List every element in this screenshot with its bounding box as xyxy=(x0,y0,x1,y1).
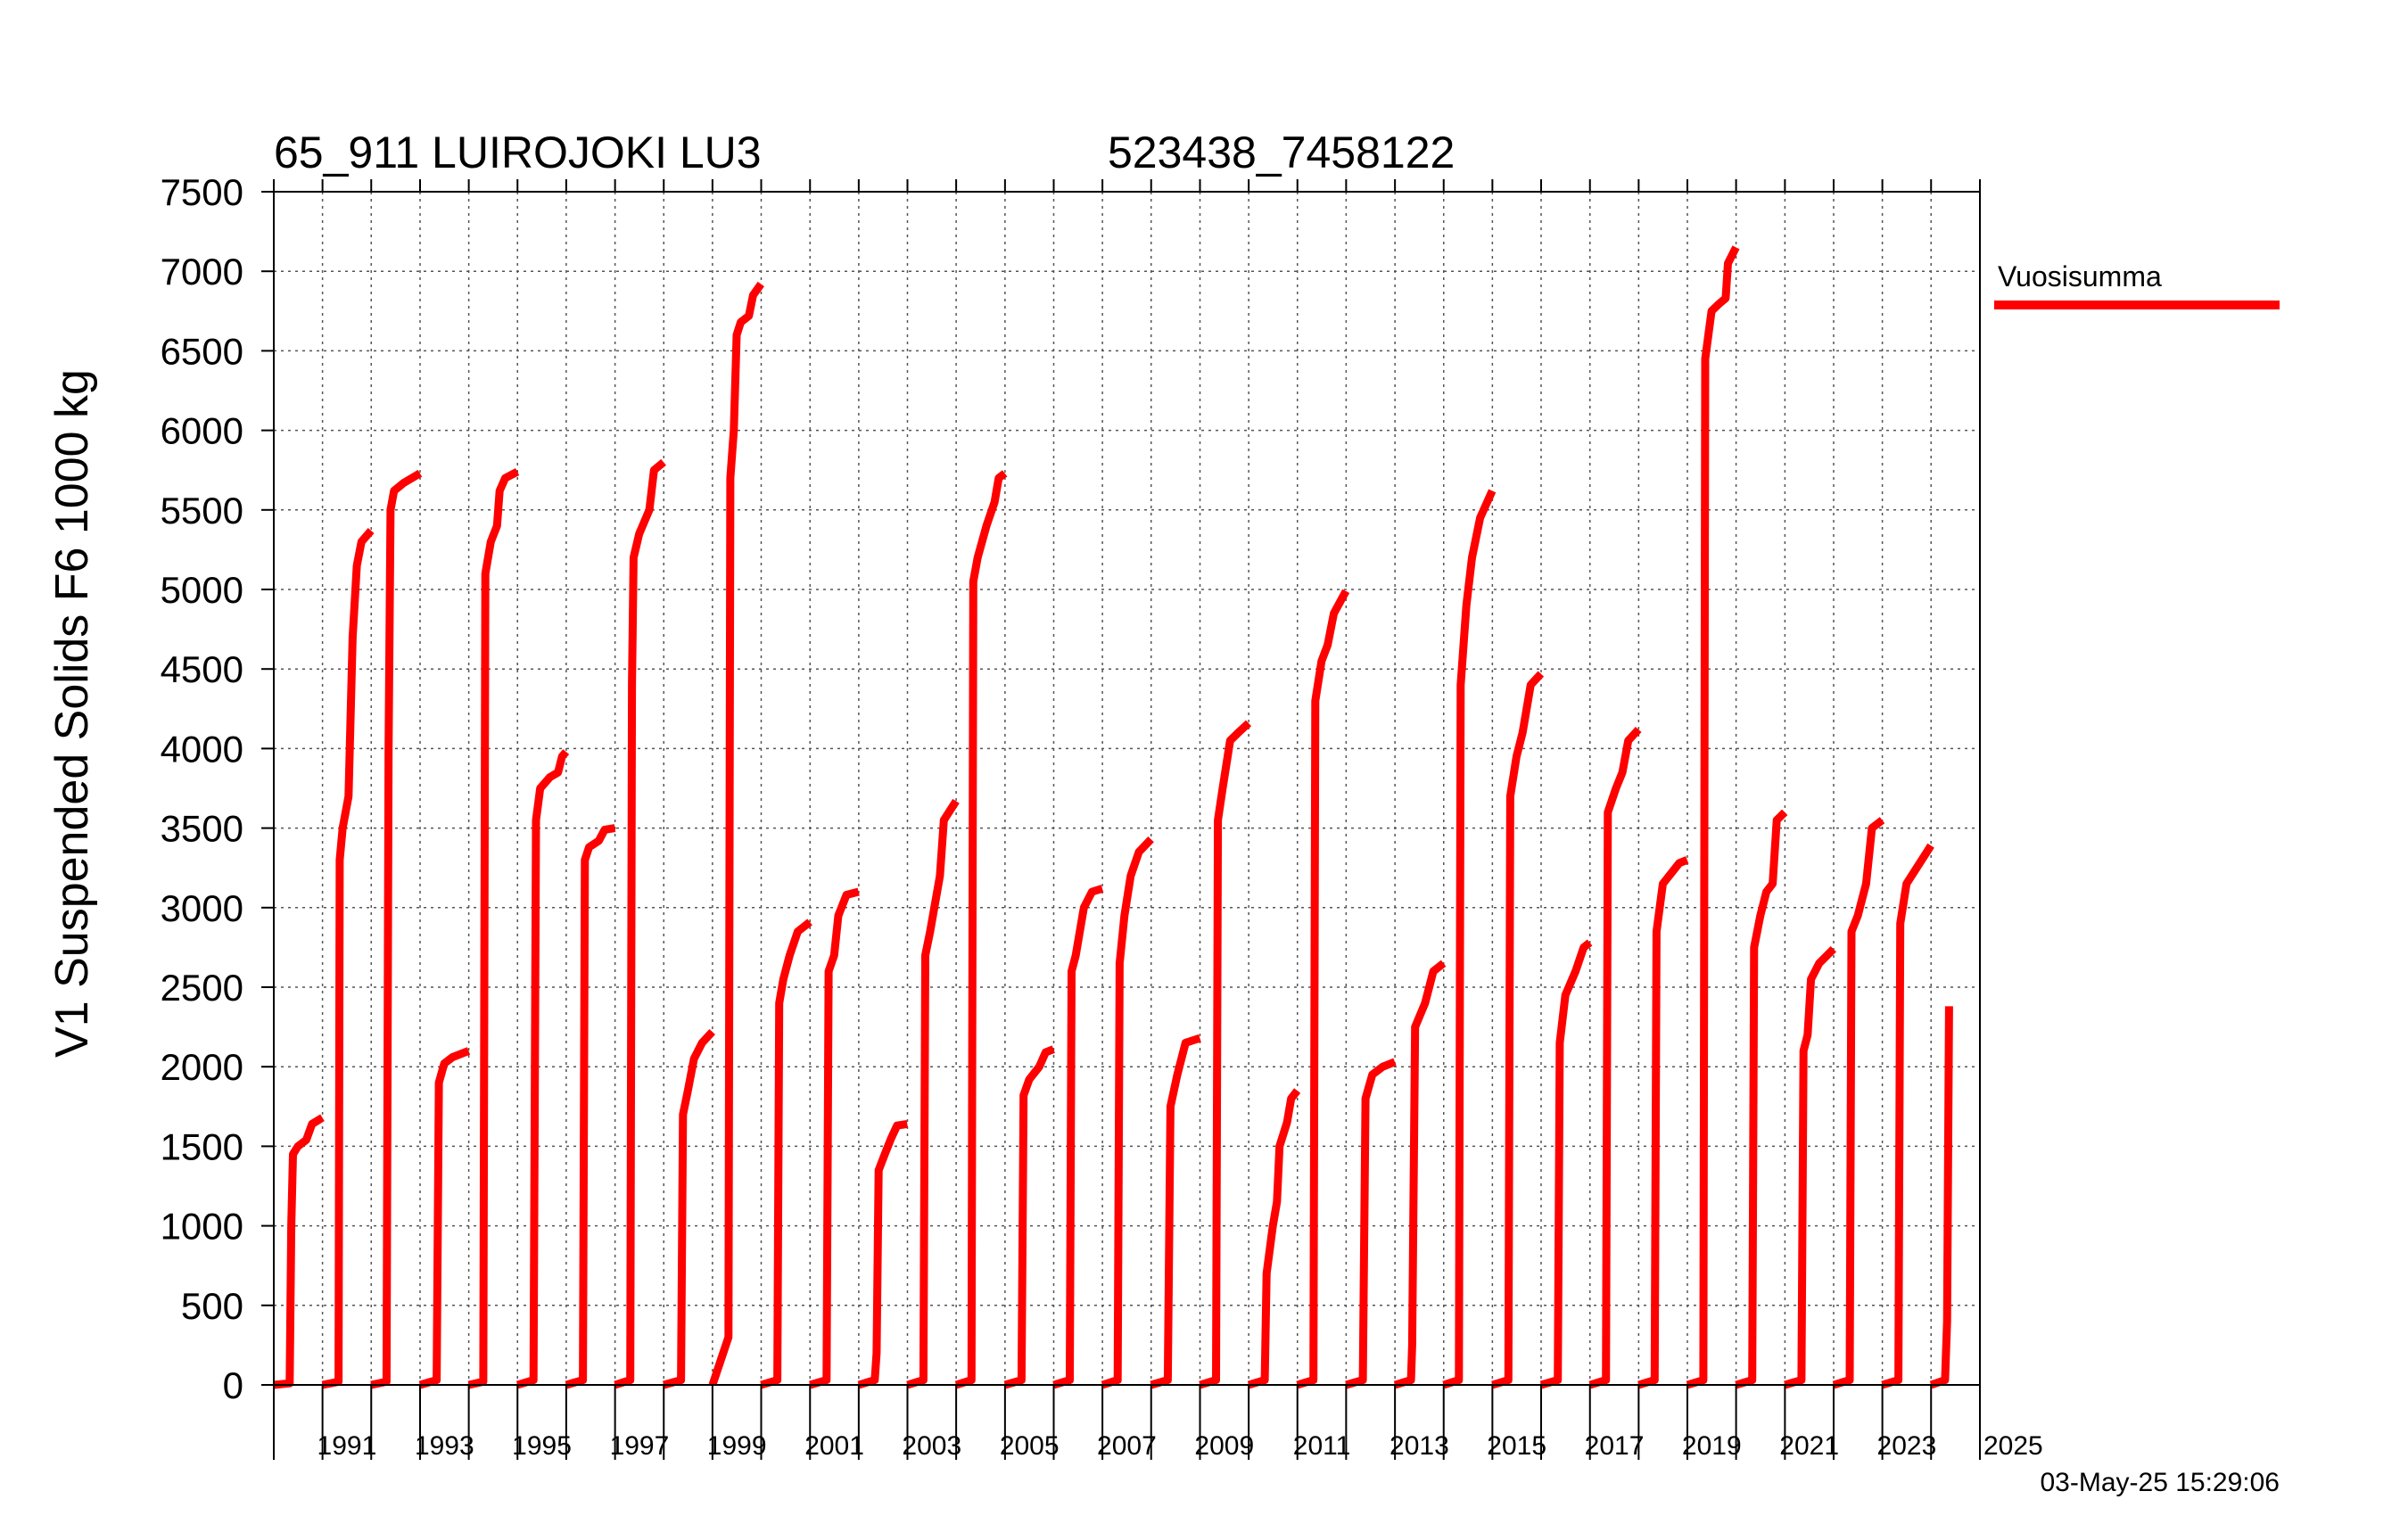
y-tick-label: 3000 xyxy=(161,887,243,929)
y-tick-label: 6000 xyxy=(161,410,243,452)
y-tick-label: 0 xyxy=(223,1364,243,1406)
y-tick-label: 5000 xyxy=(161,569,243,611)
chart-background xyxy=(0,0,2408,1516)
y-tick-label: 4500 xyxy=(161,648,243,690)
y-tick-label: 2000 xyxy=(161,1046,243,1088)
x-tick-label: 1995 xyxy=(512,1431,572,1461)
y-tick-label: 1500 xyxy=(161,1125,243,1167)
y-tick-label: 3500 xyxy=(161,808,243,850)
y-tick-label: 500 xyxy=(181,1285,243,1327)
y-tick-label: 7500 xyxy=(161,171,243,213)
x-tick-label: 1999 xyxy=(707,1431,767,1461)
x-tick-label: 2017 xyxy=(1585,1431,1645,1461)
y-tick-label: 2500 xyxy=(161,967,243,1009)
y-tick-label: 6500 xyxy=(161,330,243,372)
x-tick-label: 2005 xyxy=(1000,1431,1060,1461)
x-tick-label: 2003 xyxy=(902,1431,961,1461)
timestamp: 03-May-25 15:29:06 xyxy=(2040,1468,2280,1497)
y-tick-label: 1000 xyxy=(161,1206,243,1248)
x-tick-label: 2009 xyxy=(1194,1431,1254,1461)
x-tick-label: 1991 xyxy=(317,1431,377,1461)
x-tick-label: 2015 xyxy=(1487,1431,1546,1461)
y-axis-label: V1 Suspended Solids F6 1000 kg xyxy=(46,369,98,1058)
x-tick-label: 2021 xyxy=(1779,1431,1839,1461)
x-tick-label: 1997 xyxy=(610,1431,670,1461)
x-tick-label: 2019 xyxy=(1682,1431,1742,1461)
chart-title: 65_911 LUIROJOKI LU3 xyxy=(274,128,762,177)
y-tick-label: 5500 xyxy=(161,490,243,531)
chart: 0 500 1000 1500 2000 2500 3000 3500 4000 4500 5000… xyxy=(0,0,2408,1516)
x-tick-label: 2001 xyxy=(804,1431,864,1461)
legend-label: Vuosisumma xyxy=(1998,260,2162,292)
y-tick-label: 4000 xyxy=(161,728,243,770)
x-tick-label: 2025 xyxy=(1983,1431,2043,1461)
x-tick-label: 2013 xyxy=(1390,1431,1449,1461)
x-tick-label: 2011 xyxy=(1293,1431,1351,1461)
x-tick-label: 2023 xyxy=(1877,1431,1937,1461)
x-tick-label: 1993 xyxy=(415,1431,474,1461)
chart-subtitle: 523438_7458122 xyxy=(1108,128,1455,177)
x-tick-label: 2007 xyxy=(1097,1431,1157,1461)
y-tick-label: 7000 xyxy=(161,251,243,292)
